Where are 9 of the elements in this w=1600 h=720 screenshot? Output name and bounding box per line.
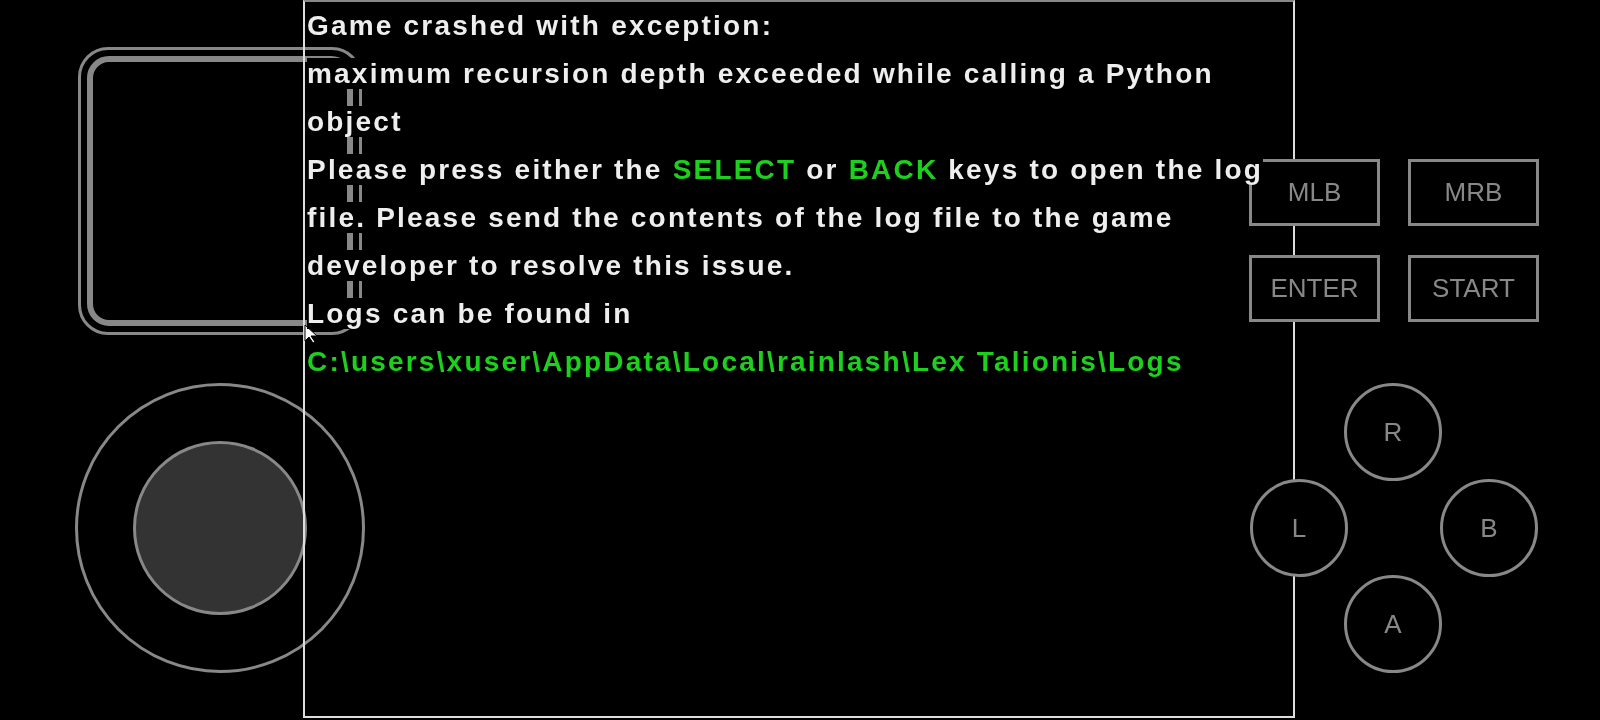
gamepad-button[interactable]: MRB: [1408, 159, 1539, 226]
gamepad-button[interactable]: L: [1250, 479, 1348, 577]
gamepad-button[interactable]: R: [1344, 383, 1442, 481]
gamepad-button[interactable]: A: [1344, 575, 1442, 673]
gamepad-button[interactable]: B: [1440, 479, 1538, 577]
joystick[interactable]: [75, 383, 365, 673]
gamepad-button[interactable]: START: [1408, 255, 1539, 322]
gamepad-button[interactable]: ENTER: [1249, 255, 1380, 322]
message-text: Please press either the SELECT or BACK keys to open the log file. Please send the contents of the log file to the game developer to resolve this issue.: [307, 153, 1265, 283]
